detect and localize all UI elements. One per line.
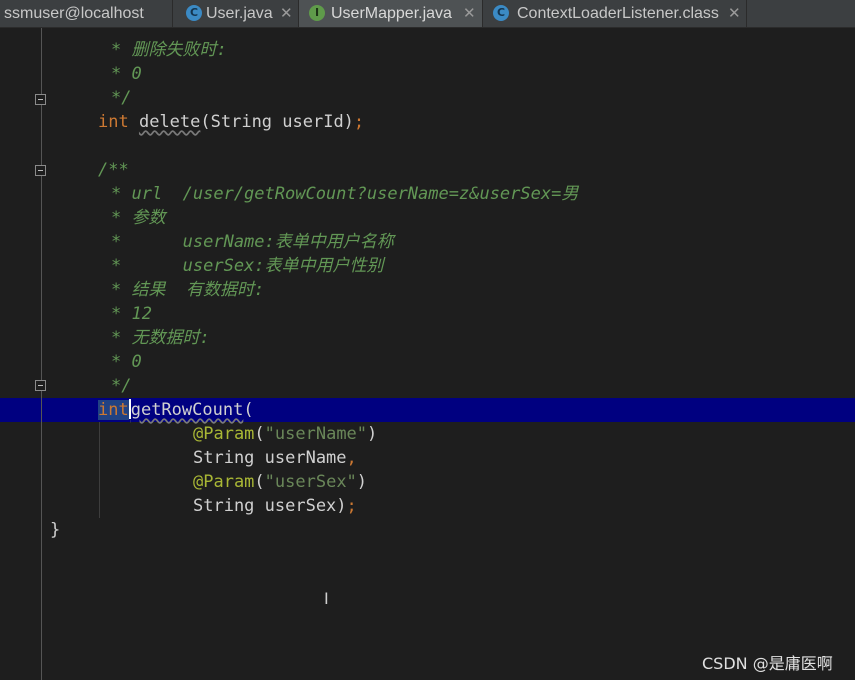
string-literal: "userName": [264, 424, 368, 444]
method-name-delete: delete: [138, 112, 201, 132]
string-literal: "userSex": [264, 472, 357, 492]
comment-line: * userSex:表单中用户性别: [111, 256, 384, 276]
annotation: @Param: [193, 424, 255, 444]
comment-line: * 12: [111, 304, 152, 324]
semicolon: ;: [353, 112, 365, 132]
comment-line: * 0: [111, 352, 142, 372]
closing-brace: }: [50, 520, 61, 540]
code-editor[interactable]: * 删除失败时: * 0 */ int delete(String userId…: [0, 28, 855, 680]
comment-line: */: [111, 88, 132, 108]
method-params: (String userId): [200, 112, 354, 132]
delete-method-line: int delete(String userId);: [98, 110, 364, 134]
class-icon: C: [493, 5, 509, 21]
param-annotation-line: @Param("userSex"): [193, 472, 368, 492]
tab-label: ssmuser@localhost: [4, 5, 144, 22]
comment-line: */: [111, 376, 132, 396]
tab-usermapper-java[interactable]: I UserMapper.java ✕: [299, 0, 483, 27]
return-type: int: [98, 112, 129, 132]
tab-contextloaderlistener-class[interactable]: C ContextLoaderListener.class ✕: [483, 0, 747, 27]
param-line: String userName,: [193, 448, 357, 468]
editor-tab-bar: ssmuser@localhost C User.java ✕ I UserMa…: [0, 0, 855, 28]
comment-line: * 0: [111, 64, 142, 84]
param-line: String userSex);: [193, 496, 357, 516]
param-annotation-line: @Param("userName"): [193, 424, 378, 444]
return-type: int: [98, 400, 129, 420]
comment-line: * url /user/getRowCount?userName=z&userS…: [111, 184, 579, 204]
comment-line: * 参数: [111, 208, 166, 228]
tab-user-java[interactable]: C User.java ✕: [173, 0, 299, 27]
tab-label: UserMapper.java: [331, 5, 452, 22]
class-icon: C: [186, 5, 202, 21]
tab-label: User.java: [206, 5, 273, 22]
annotation: @Param: [193, 472, 255, 492]
open-paren: (: [243, 400, 254, 420]
watermark: CSDN @是庸医啊: [702, 654, 833, 673]
method-name-getrowcount: getRowCount: [130, 400, 244, 420]
getrowcount-method-line: int getRowCount(: [98, 398, 254, 422]
close-icon[interactable]: ✕: [728, 0, 741, 27]
close-icon[interactable]: ✕: [463, 0, 476, 27]
comment-line: * 结果 有数据时:: [111, 280, 265, 300]
tab-label: ContextLoaderListener.class: [517, 5, 719, 22]
interface-icon: I: [309, 5, 325, 21]
mouse-ibeam-cursor-icon: I: [324, 589, 329, 608]
comment-line: /**: [98, 160, 129, 180]
comment-line: * 删除失败时:: [111, 40, 227, 60]
comment-line: * 无数据时:: [111, 328, 210, 348]
comment-line: * userName:表单中用户名称: [111, 232, 394, 252]
tab-database-console[interactable]: ssmuser@localhost: [0, 0, 173, 27]
close-icon[interactable]: ✕: [280, 0, 293, 27]
